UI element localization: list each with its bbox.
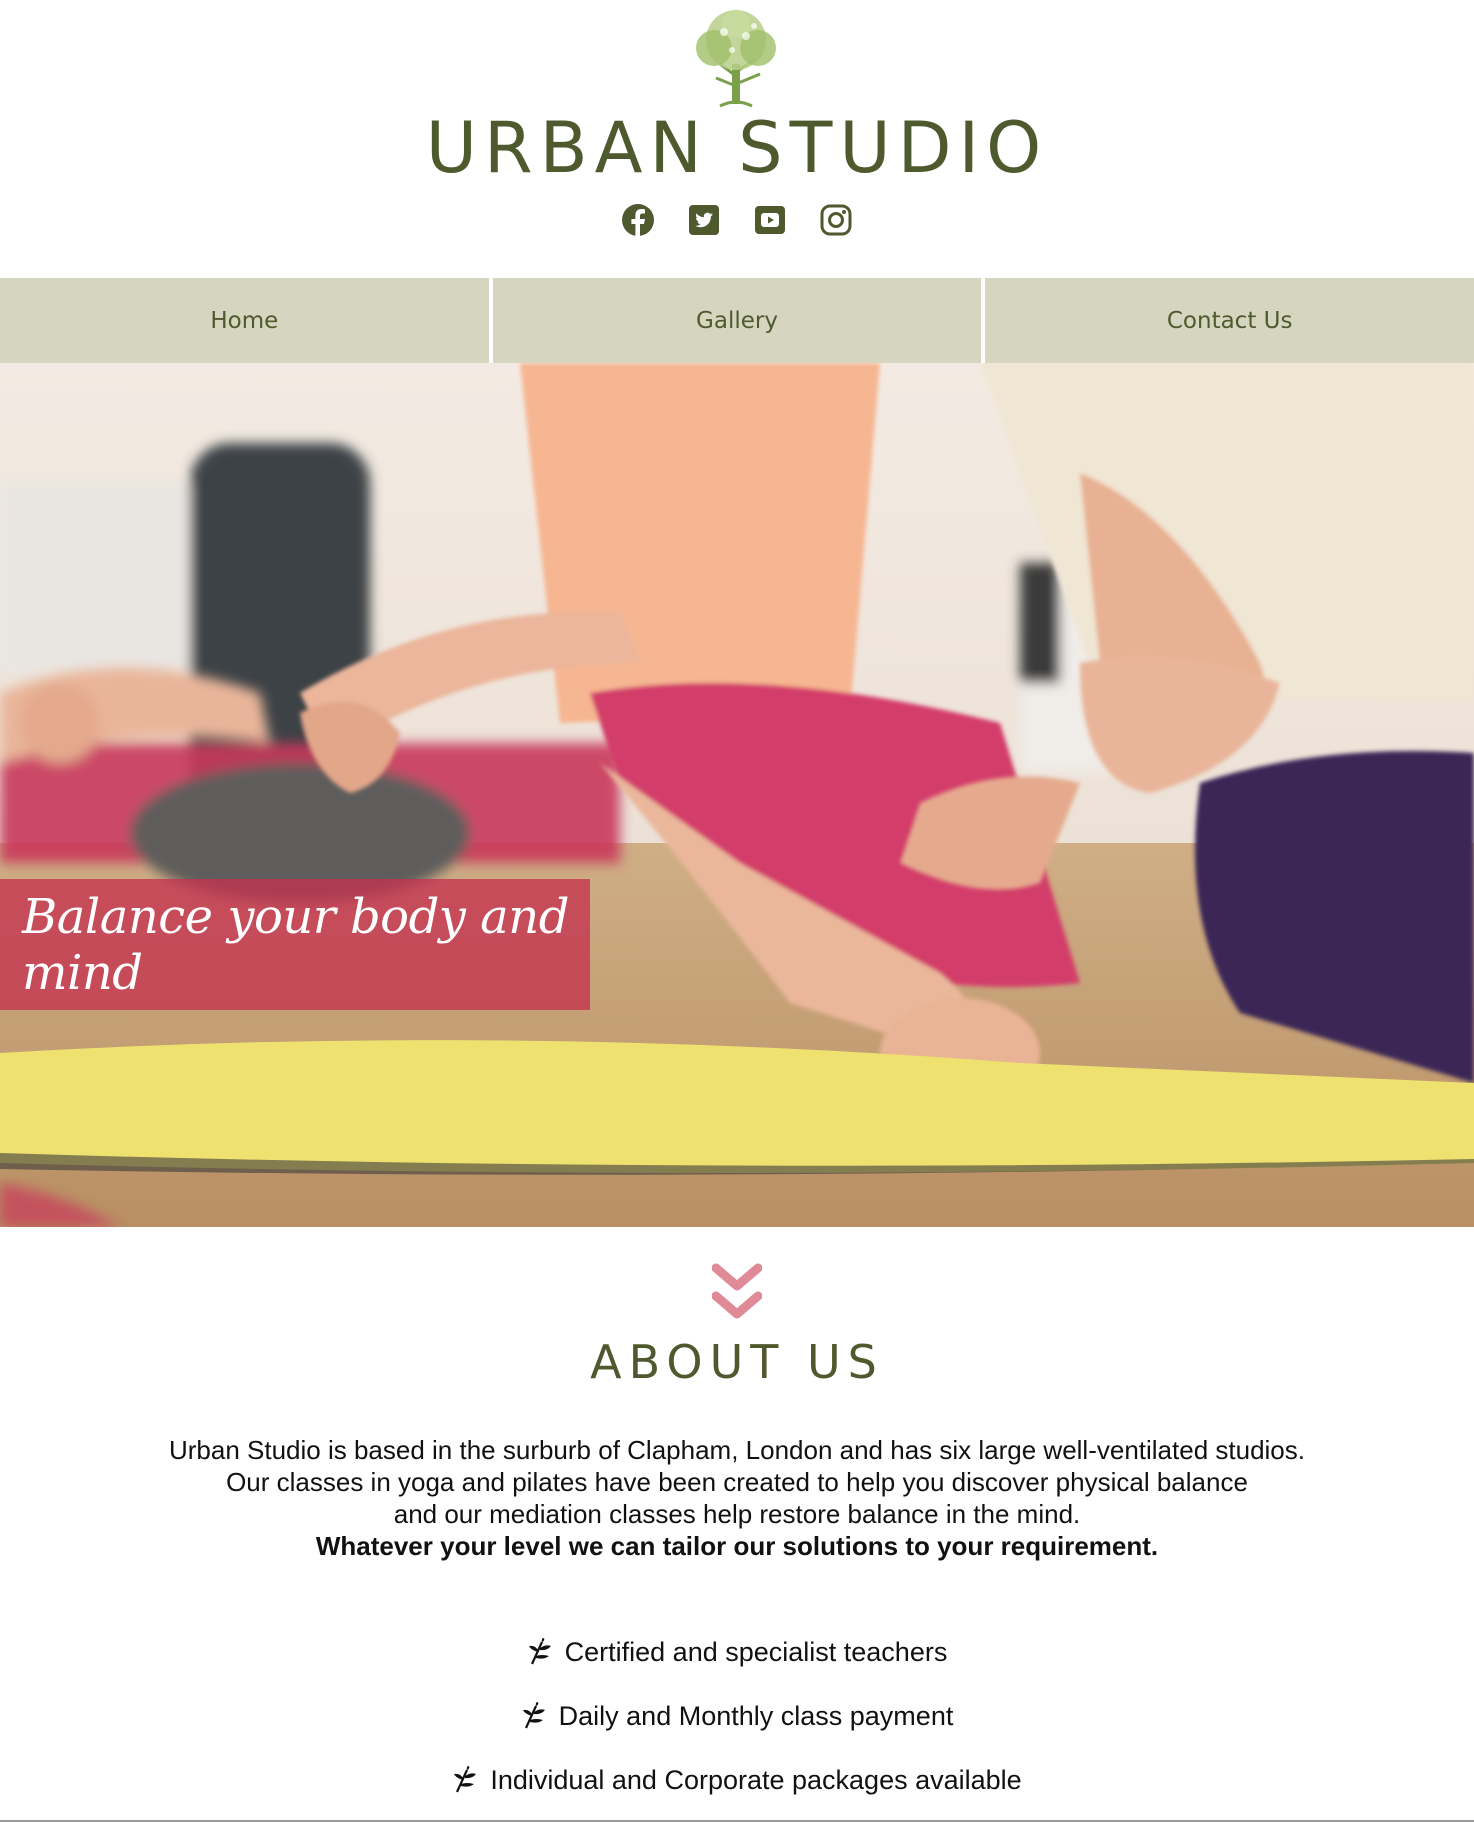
about-line: and our mediation classes help restore b… <box>393 1499 1081 1529</box>
feature-item: Daily and Monthly class payment <box>0 1684 1474 1748</box>
hero-tagline: Balance your body and mind <box>22 888 569 1001</box>
twitter-icon[interactable] <box>686 202 722 238</box>
hero-banner: Balance your body and mind <box>0 363 1474 1227</box>
leaf-icon <box>454 1766 477 1793</box>
yoga-hero-photo <box>0 363 1474 1227</box>
footer-divider <box>0 1820 1474 1822</box>
nav-item-home[interactable]: Home <box>0 278 489 363</box>
nav-item-contact-us[interactable]: Contact Us <box>985 278 1474 363</box>
about-bold-line: Whatever your level we can tailor our so… <box>315 1531 1159 1561</box>
feature-text: Certified and specialist teachers <box>564 1636 948 1667</box>
about-description: Urban Studio is based in the surburb of … <box>0 1434 1474 1562</box>
social-links <box>0 202 1474 238</box>
brand-title[interactable]: URBAN STUDIO <box>0 108 1474 188</box>
tree-logo-icon[interactable] <box>680 6 792 110</box>
page: URBAN STUDIO Home Gallery Contact Us Bal… <box>0 0 1474 1824</box>
feature-item: Individual and Corporate packages availa… <box>0 1748 1474 1812</box>
main-nav: Home Gallery Contact Us <box>0 278 1474 363</box>
feature-text: Daily and Monthly class payment <box>558 1700 954 1731</box>
leaf-icon <box>528 1638 551 1665</box>
about-line: Urban Studio is based in the surburb of … <box>168 1435 1305 1465</box>
facebook-icon[interactable] <box>620 202 656 238</box>
instagram-icon[interactable] <box>818 202 854 238</box>
tagline-banner: Balance your body and mind <box>0 879 590 1010</box>
feature-item: Certified and specialist teachers <box>0 1620 1474 1684</box>
double-chevron-down-icon[interactable] <box>712 1262 762 1324</box>
about-us-heading: ABOUT US <box>590 1335 884 1389</box>
nav-item-gallery[interactable]: Gallery <box>492 278 982 363</box>
about-line: Our classes in yoga and pilates have bee… <box>226 1467 1248 1497</box>
feature-text: Individual and Corporate packages availa… <box>490 1764 1022 1795</box>
leaf-icon <box>522 1702 545 1729</box>
feature-list: Certified and specialist teachers Daily … <box>0 1620 1474 1812</box>
youtube-icon[interactable] <box>752 202 788 238</box>
site-header: URBAN STUDIO <box>0 0 1474 278</box>
